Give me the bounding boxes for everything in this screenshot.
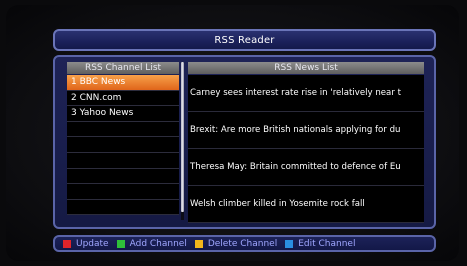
channel-item[interactable]: 1 BBC News (67, 75, 179, 91)
channel-empty-slot (67, 184, 179, 200)
window-title: RSS Reader (214, 34, 275, 46)
function-key-update[interactable]: Update (63, 239, 109, 249)
window-title-bar: RSS Reader (53, 29, 436, 51)
channel-empty-slot (67, 199, 179, 216)
channel-list[interactable]: 1 BBC News 2 CNN.com 3 Yahoo News (67, 75, 179, 216)
channel-empty-slot (67, 152, 179, 169)
news-list[interactable]: Carney sees interest rate rise in 'relat… (188, 75, 424, 223)
blue-square-icon (285, 239, 294, 248)
function-key-label: Add Channel (129, 238, 187, 249)
function-key-label: Update (76, 238, 109, 249)
green-square-icon (116, 239, 125, 248)
function-key-bar: Update Add Channel Delete Channel Edit Chan… (53, 235, 436, 252)
channel-item[interactable]: 3 Yahoo News (67, 106, 179, 122)
news-item[interactable]: Welsh climber killed in Yosemite rock fa… (188, 186, 424, 223)
news-item[interactable]: Carney sees interest rate rise in 'relat… (188, 75, 424, 112)
channel-item[interactable]: 2 CNN.com (67, 90, 179, 107)
news-item[interactable]: Brexit: Are more British nationals apply… (188, 112, 424, 149)
channel-empty-slot (67, 121, 179, 138)
function-key-delete-channel[interactable]: Delete Channel (194, 238, 278, 249)
news-item[interactable]: Theresa May: Britain committed to defenc… (188, 149, 424, 186)
function-key-label: Edit Channel (298, 238, 356, 249)
channel-empty-slot (67, 137, 179, 153)
channel-list-header: RSS Channel List (67, 62, 179, 74)
function-key-edit-channel[interactable]: Edit Channel (285, 239, 355, 249)
scrollbar-thumb[interactable] (181, 62, 184, 212)
function-key-label: Delete Channel (207, 238, 278, 249)
yellow-square-icon (194, 239, 203, 248)
red-square-icon (63, 239, 71, 248)
channel-list-panel: RSS Channel List 1 BBC News 2 CNN.com 3 Ya… (67, 62, 179, 220)
news-list-panel: RSS News List Carney sees interest rate … (188, 62, 424, 223)
channel-empty-slot (67, 168, 179, 185)
channel-scrollbar[interactable] (181, 62, 184, 220)
function-key-add-channel[interactable]: Add Channel (116, 238, 187, 249)
news-list-header: RSS News List (188, 62, 424, 74)
